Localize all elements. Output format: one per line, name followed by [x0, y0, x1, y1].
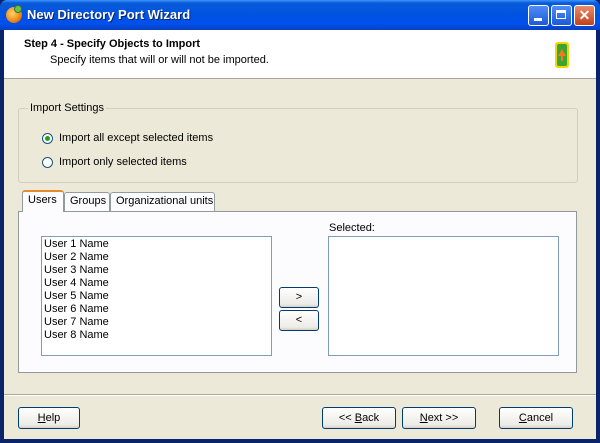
cancel-label-post: ancel	[526, 412, 554, 424]
tab-label: Organizational units	[116, 195, 214, 207]
wizard-header: Step 4 - Specify Objects to Import Speci…	[4, 30, 596, 79]
import-settings-group	[18, 108, 578, 183]
tab-organizational-units[interactable]: Organizational units	[110, 192, 215, 211]
radio-label: Import all except selected items	[59, 132, 214, 144]
help-label-post: elp	[45, 412, 61, 424]
list-item[interactable]: User 5 Name	[44, 290, 269, 303]
radio-label: Import only selected items	[59, 156, 187, 168]
cancel-label-key: C	[518, 412, 527, 424]
minimize-button[interactable]	[528, 5, 549, 26]
list-item[interactable]: User 2 Name	[44, 251, 269, 264]
radio-import-all-except[interactable]: Import all except selected items	[42, 132, 213, 144]
back-label-pre: <<	[338, 412, 355, 424]
next-button[interactable]: Next >>	[402, 407, 476, 429]
help-label-key: H	[37, 412, 46, 424]
remove-selected-button[interactable]: <	[279, 310, 319, 331]
back-button[interactable]: << Back	[322, 407, 396, 429]
add-selected-button[interactable]: >	[279, 287, 319, 308]
wizard-window: New Directory Port Wizard ✕ Step 4 - Spe…	[0, 0, 600, 443]
next-label-post: ext >>	[427, 412, 459, 424]
window-title: New Directory Port Wizard	[27, 7, 191, 22]
maximize-button[interactable]	[551, 5, 572, 26]
radio-button-unselected[interactable]	[42, 156, 53, 168]
radio-button-selected[interactable]	[42, 132, 53, 144]
available-users-list[interactable]: User 1 Name User 2 Name User 3 Name User…	[41, 236, 272, 356]
wizard-graphic-icon	[555, 42, 569, 68]
back-label-post: ack	[362, 412, 380, 424]
tab-groups[interactable]: Groups	[64, 192, 110, 211]
tab-users[interactable]: Users	[22, 190, 64, 212]
footer-divider	[4, 394, 596, 396]
selected-users-list[interactable]	[328, 236, 559, 356]
title-bar[interactable]: New Directory Port Wizard ✕	[0, 0, 600, 30]
list-item[interactable]: User 7 Name	[44, 316, 269, 329]
app-icon	[6, 5, 22, 23]
list-item[interactable]: User 3 Name	[44, 264, 269, 277]
cancel-button[interactable]: Cancel	[499, 407, 573, 429]
step-title: Step 4 - Specify Objects to Import	[24, 38, 201, 50]
list-item[interactable]: User 4 Name	[44, 277, 269, 290]
close-icon: ✕	[578, 7, 591, 23]
close-button[interactable]: ✕	[574, 5, 595, 26]
tab-label: Groups	[70, 195, 107, 207]
list-item[interactable]: User 6 Name	[44, 303, 269, 316]
import-settings-legend: Import Settings	[28, 102, 106, 114]
dialog-client-area: Step 4 - Specify Objects to Import Speci…	[4, 30, 596, 439]
list-item[interactable]: User 1 Name	[44, 238, 269, 251]
tab-panel-users: User 1 Name User 2 Name User 3 Name User…	[18, 211, 577, 373]
radio-import-only-selected[interactable]: Import only selected items	[42, 156, 187, 168]
step-subtitle: Specify items that will or will not be i…	[50, 54, 269, 66]
help-button[interactable]: Help	[18, 407, 80, 429]
list-item[interactable]: User 8 Name	[44, 329, 269, 342]
selected-list-label: Selected:	[329, 222, 375, 234]
next-label-key: N	[419, 412, 428, 424]
tab-label: Users	[28, 194, 57, 206]
back-label-key: B	[354, 412, 363, 424]
